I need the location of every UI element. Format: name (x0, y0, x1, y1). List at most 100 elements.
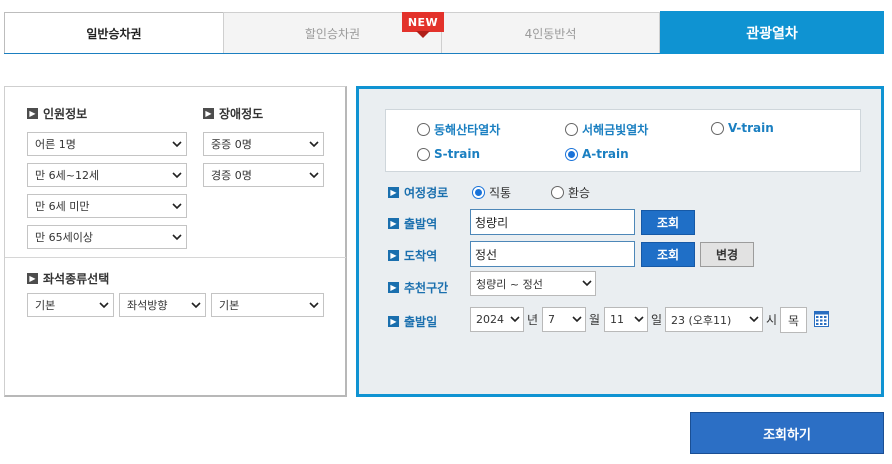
search-button[interactable]: 조회하기 (690, 412, 884, 454)
chevron-down-icon (168, 233, 186, 241)
route-direct-radio[interactable]: 직통 (472, 184, 511, 201)
new-badge-label: NEW (402, 12, 444, 32)
day-unit: 일 (651, 313, 663, 327)
departure-date-label-text: 출발일 (404, 315, 438, 329)
arrival-lookup-button[interactable]: 조회 (641, 242, 695, 267)
radio-checked-icon (472, 186, 485, 199)
recommended-section-label-text: 추천구간 (404, 281, 449, 295)
new-badge: NEW (402, 12, 444, 38)
train-option-a-train[interactable]: A-train (565, 147, 629, 161)
chevron-down-icon (95, 301, 113, 309)
recommended-section-select[interactable]: 청량리 ~ 정선 (470, 271, 596, 296)
route-transfer-radio[interactable]: 환승 (551, 184, 590, 201)
day-value: 11 (610, 313, 624, 326)
seat-direction-value: 좌석방향 (127, 299, 168, 312)
train-option-label: 동해산타열차 (434, 123, 501, 137)
passenger-info-title: ▶ 인원정보 (27, 105, 87, 122)
route-label-text: 여정경로 (404, 186, 449, 200)
month-unit: 월 (589, 313, 601, 327)
train-option-label: S-train (434, 147, 481, 161)
bullet-arrow-icon: ▶ (388, 282, 399, 293)
hour-select[interactable]: 23 (오후11) (665, 307, 763, 332)
chevron-down-icon (168, 171, 186, 179)
calendar-icon[interactable] (814, 311, 829, 327)
child-count-value: 만 6세~12세 (35, 169, 100, 182)
hour-unit: 시 (766, 313, 778, 327)
chevron-down-icon (168, 202, 186, 210)
bullet-arrow-icon: ▶ (388, 316, 399, 327)
day-select[interactable]: 11 (604, 307, 648, 332)
section-divider (5, 257, 346, 258)
adult-count-select[interactable]: 어른 1명 (27, 132, 187, 156)
departure-date-label: ▶ 출발일 (388, 313, 437, 330)
seat-type-select[interactable]: 기본 (27, 293, 114, 317)
radio-unchecked-icon (711, 121, 724, 135)
seat-direction-select[interactable]: 좌석방향 (119, 293, 206, 317)
seat-position-select[interactable]: 기본 (211, 293, 324, 317)
chevron-down-icon (305, 171, 323, 179)
tourist-train-panel: 동해산타열차 서해금빛열차 V-train S-train A-train ▶ … (356, 86, 884, 397)
hour-value: 23 (오후11) (671, 313, 732, 327)
radio-unchecked-icon (551, 186, 564, 199)
chevron-down-icon (305, 301, 323, 309)
senior-count-value: 만 65세이상 (35, 231, 93, 244)
mild-disability-select[interactable]: 경증 0명 (203, 163, 324, 187)
route-direct-label: 직통 (489, 186, 512, 200)
seat-position-value: 기본 (219, 299, 240, 312)
bullet-arrow-icon: ▶ (27, 273, 38, 284)
passenger-panel: ▶ 인원정보 ▶ 장애정도 어른 1명 만 6세~12세 만 6세 미만 만 6… (4, 86, 347, 397)
swap-stations-button[interactable]: 변경 (700, 242, 754, 267)
recommended-section-value: 청량리 ~ 정선 (476, 277, 543, 291)
chevron-down-icon (746, 316, 762, 323)
train-option-donghae-santa[interactable]: 동해산타열차 (417, 121, 500, 138)
adult-count-value: 어른 1명 (35, 138, 76, 151)
train-option-s-train[interactable]: S-train (417, 147, 480, 161)
seat-type-label: 좌석종류선택 (43, 272, 110, 286)
departure-station-input[interactable]: 청량리 (470, 209, 635, 235)
bullet-arrow-icon: ▶ (388, 187, 399, 198)
severe-disability-value: 중증 0명 (211, 138, 252, 151)
route-label: ▶ 여정경로 (388, 184, 448, 201)
senior-count-select[interactable]: 만 65세이상 (27, 225, 187, 249)
radio-unchecked-icon (565, 123, 578, 136)
bullet-arrow-icon: ▶ (27, 108, 38, 119)
bullet-arrow-icon: ▶ (203, 108, 214, 119)
train-option-label: V-train (728, 121, 774, 135)
chevron-down-icon (507, 316, 523, 323)
chevron-down-icon (168, 140, 186, 148)
train-option-seohae-geumbit[interactable]: 서해금빛열차 (565, 121, 648, 138)
bullet-arrow-icon: ▶ (388, 250, 399, 261)
chevron-down-icon (569, 316, 585, 323)
chevron-down-icon (187, 301, 205, 309)
tab-four-person-seat[interactable]: 4인동반석 (441, 12, 660, 53)
route-transfer-label: 환승 (568, 186, 591, 200)
arrival-label-text: 도착역 (404, 249, 438, 263)
weekday-display: 목 (780, 307, 807, 333)
month-select[interactable]: 7 (542, 307, 586, 332)
recommended-section-label: ▶ 추천구간 (388, 279, 448, 296)
mild-disability-value: 경증 0명 (211, 169, 252, 182)
disability-title: ▶ 장애정도 (203, 105, 263, 122)
ticket-type-tabs: 일반승차권 할인승차권 4인동반석 관광열차 NEW (4, 11, 884, 54)
seat-type-title: ▶ 좌석종류선택 (27, 270, 109, 287)
train-option-label: A-train (582, 147, 629, 161)
passenger-info-label: 인원정보 (43, 107, 88, 121)
train-selector: 동해산타열차 서해금빛열차 V-train S-train A-train (385, 109, 861, 172)
infant-count-value: 만 6세 미만 (35, 200, 90, 213)
tab-general-ticket[interactable]: 일반승차권 (4, 12, 224, 53)
year-select[interactable]: 2024 (470, 307, 524, 332)
infant-count-select[interactable]: 만 6세 미만 (27, 194, 187, 218)
tab-tourist-train[interactable]: 관광열차 (660, 11, 884, 54)
seat-type-value: 기본 (35, 299, 56, 312)
new-badge-tip (416, 31, 430, 38)
severe-disability-select[interactable]: 중증 0명 (203, 132, 324, 156)
departure-lookup-button[interactable]: 조회 (641, 210, 695, 235)
child-count-select[interactable]: 만 6세~12세 (27, 163, 187, 187)
radio-unchecked-icon (417, 123, 430, 136)
train-option-v-train[interactable]: V-train (711, 121, 774, 135)
arrival-station-input[interactable]: 정선 (470, 241, 635, 267)
year-unit: 년 (527, 313, 539, 327)
year-value: 2024 (476, 313, 504, 326)
arrival-label: ▶ 도착역 (388, 247, 437, 264)
bullet-arrow-icon: ▶ (388, 218, 399, 229)
